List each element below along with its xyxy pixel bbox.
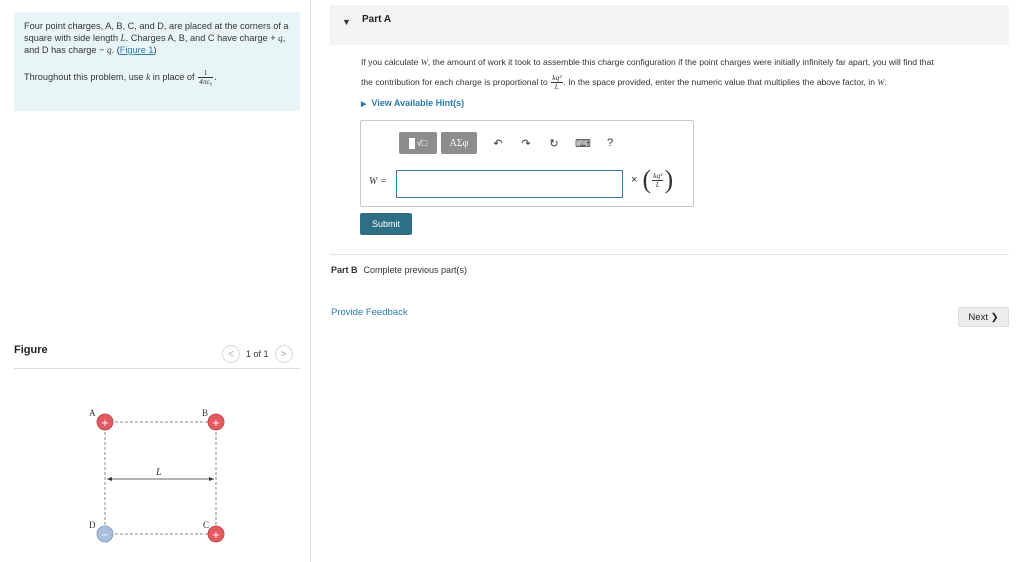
charge-B: +	[207, 413, 225, 431]
templates-button[interactable]: √□	[399, 132, 437, 154]
answer-label: W =	[369, 176, 387, 187]
figure-link[interactable]: Figure 1	[120, 45, 154, 55]
question-line-2: the contribution for each charge is prop…	[361, 72, 1011, 92]
collapse-caret-icon[interactable]: ▼	[342, 17, 351, 27]
help-icon[interactable]: ?	[603, 137, 617, 149]
part-a-header[interactable]: ▼ Part A	[330, 5, 1009, 45]
var-W: W	[877, 77, 885, 87]
units-fraction: kq² L	[652, 171, 664, 189]
hint-label: View Available Hint(s)	[371, 98, 465, 108]
part-b-status: Complete previous part(s)	[363, 265, 468, 275]
intro-text: )	[153, 45, 157, 55]
sqrt-icon: √□	[416, 138, 428, 148]
expand-triangle-icon: ▶	[361, 101, 367, 108]
answer-units: × ( kq² L )	[631, 167, 673, 193]
answer-input[interactable]	[396, 170, 623, 198]
plus-sign: +	[212, 418, 220, 429]
question-text-part: .	[884, 77, 887, 87]
fraction-denominator: 4πε₀	[199, 77, 213, 86]
figure-divider	[14, 368, 300, 369]
prev-figure-icon[interactable]: <	[222, 345, 240, 363]
fraction-denominator: L	[554, 82, 559, 92]
reset-icon[interactable]: ↻	[547, 137, 561, 150]
charge-D: −	[96, 525, 114, 543]
question-text-part: . In the space provided, enter the numer…	[563, 77, 878, 87]
part-b-row: Part B Complete previous part(s)	[331, 265, 467, 275]
part-b-title: Part B	[331, 265, 358, 275]
proportional-fraction: kq² L	[551, 74, 563, 92]
greek-symbols-button[interactable]: ΑΣφ	[441, 132, 477, 154]
figure-title: Figure	[14, 344, 48, 356]
intro-text: in place of	[150, 71, 198, 82]
fraction-denominator: L	[655, 179, 660, 189]
var-W: W	[420, 57, 428, 67]
part-a-title: Part A	[362, 14, 392, 25]
left-paren: (	[642, 165, 652, 194]
length-arrow-right-head	[209, 477, 214, 481]
charge-square-figure: L A B C D + + + −	[89, 408, 225, 543]
right-paren: )	[664, 165, 674, 194]
label-C: C	[203, 520, 209, 530]
math-toolbar: √□ ΑΣφ ↶ ↷ ↻ ⌨ ?	[399, 132, 617, 154]
answer-panel: √□ ΑΣφ ↶ ↷ ↻ ⌨ ? W = × ( kq² L )	[360, 120, 694, 207]
plus-sign: +	[212, 530, 220, 541]
left-pane: Four point charges, A, B, C, and D, are …	[0, 0, 311, 562]
keyboard-icon[interactable]: ⌨	[575, 137, 591, 150]
undo-icon[interactable]: ↶	[491, 137, 505, 150]
figure-pager: < 1 of 1 >	[222, 345, 293, 363]
label-B: B	[202, 408, 208, 418]
intro-paragraph-2: Throughout this problem, use k in place …	[24, 69, 290, 86]
template-box-icon	[408, 137, 415, 149]
times-sign: ×	[631, 174, 638, 186]
intro-text: . Charges A, B, and C have charge +	[125, 33, 279, 43]
question-text: If you calculate W, the amount of work i…	[361, 52, 1011, 92]
view-hints-link[interactable]: ▶ View Available Hint(s)	[361, 98, 464, 108]
question-text-part: the contribution for each charge is prop…	[361, 77, 551, 87]
intro-paragraph-1: Four point charges, A, B, C, and D, are …	[24, 20, 290, 56]
question-line-1: If you calculate W, the amount of work i…	[361, 52, 1011, 72]
charge-C: +	[207, 525, 225, 543]
figure-page-indicator: 1 of 1	[246, 349, 269, 359]
label-D: D	[89, 520, 96, 530]
label-A: A	[89, 408, 96, 418]
next-button[interactable]: Next ❯	[958, 307, 1009, 327]
plus-sign: +	[101, 418, 109, 429]
question-text-part: , the amount of work it took to assemble…	[427, 57, 934, 67]
intro-text: . (	[111, 45, 120, 55]
intro-text: .	[214, 71, 217, 82]
minus-sign: −	[101, 530, 109, 541]
question-text-part: If you calculate	[361, 57, 421, 67]
redo-icon[interactable]: ↷	[519, 137, 533, 150]
coulomb-fraction: 1 4πε₀	[198, 69, 214, 86]
submit-button[interactable]: Submit	[360, 213, 412, 235]
length-label: L	[155, 467, 162, 478]
problem-intro: Four point charges, A, B, C, and D, are …	[14, 12, 300, 111]
part-divider	[330, 254, 1009, 255]
next-figure-icon[interactable]: >	[274, 345, 293, 363]
length-arrow-left-head	[107, 477, 112, 481]
intro-text: Throughout this problem, use	[24, 71, 147, 82]
charge-A: +	[96, 413, 114, 431]
provide-feedback-link[interactable]: Provide Feedback	[331, 307, 408, 318]
